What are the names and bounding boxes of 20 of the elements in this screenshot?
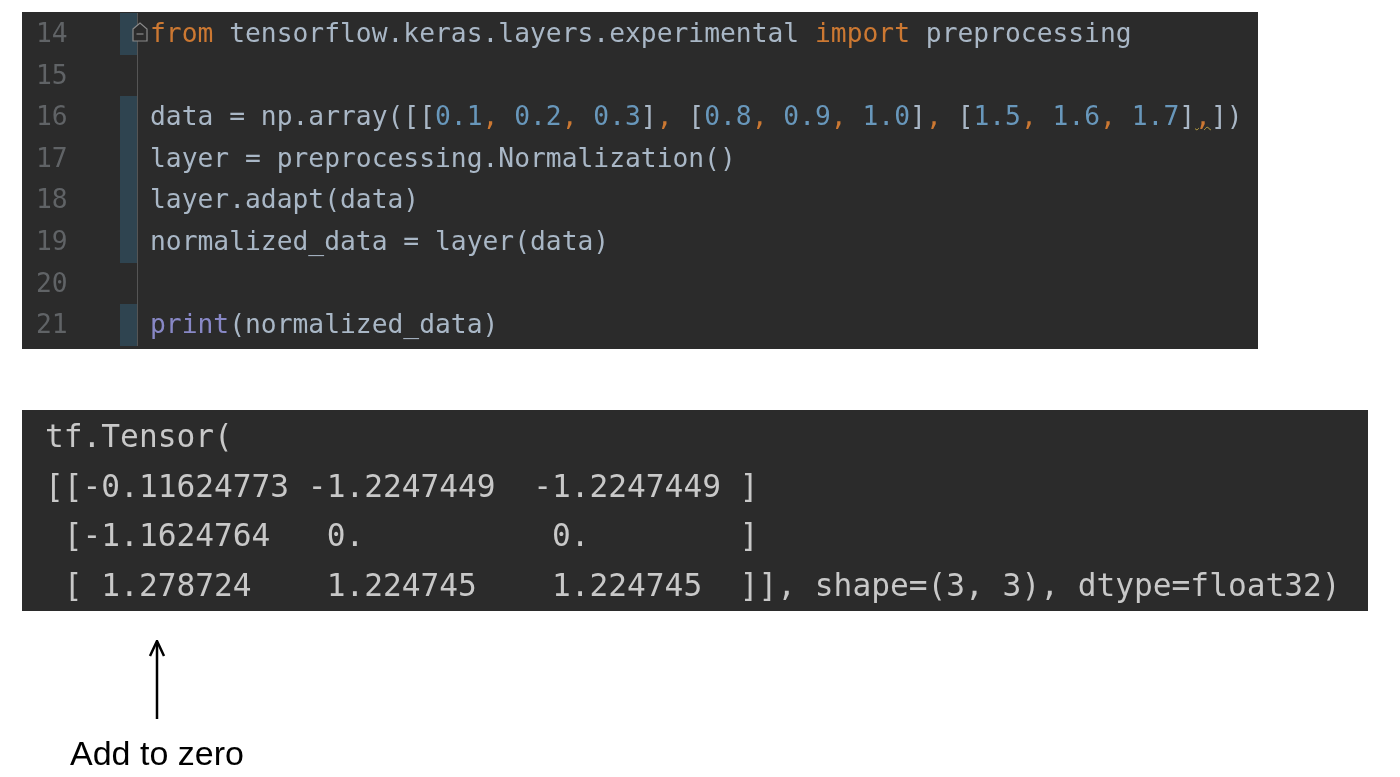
output-line: [ 1.278724 1.224745 1.224745 ]], shape=(3, 3), dtype=float32) [62,566,1342,606]
code-line: from tensorflow.keras.layers.experimental import preprocessing [150,17,1132,50]
code-line: layer.adapt(data) [150,183,420,217]
output-line: [[-0.11624773 -1.2247449 -1.2247449 ] [45,466,760,506]
line-number: 17 [35,141,69,175]
code-line: print(normalized_data) [150,308,499,342]
fold-icon[interactable] [132,22,148,42]
code-line: layer = preprocessing.Normalization() [150,141,736,175]
line-number: 21 [35,308,69,342]
line-number: 14 [35,17,69,50]
annotation-label: Add to zero [70,734,244,773]
code-line: normalized_data = layer(data) [150,224,610,258]
line-number: 19 [35,224,69,258]
line-number: 18 [35,183,69,217]
code-line: data = np.array([[0.1, 0.2, 0.3], [0.8, 0.9, 1.0], [1.5, 1.6, 1.7],]) [150,100,1243,134]
line-number: 15 [35,58,69,92]
output-line: tf.Tensor( [45,417,234,456]
line-number: 16 [35,100,69,134]
output-line: [-1.1624764 0. 0. ] [62,516,760,556]
line-number: 20 [35,266,69,300]
